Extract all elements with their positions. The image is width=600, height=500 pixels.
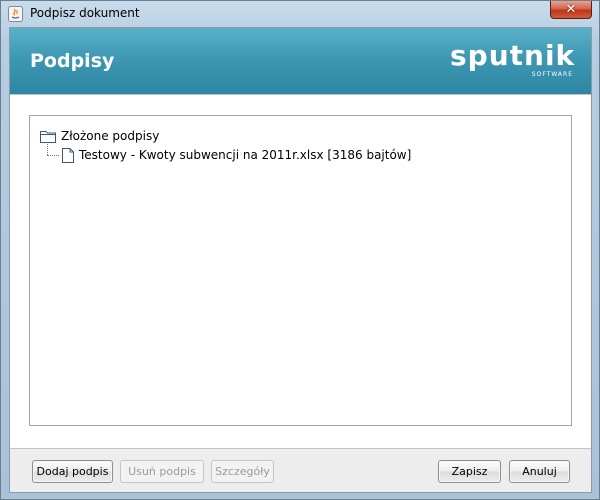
title-bar[interactable]: Podpisz dokument ✕	[1, 1, 599, 27]
details-button[interactable]: Szczegóły	[211, 460, 274, 483]
tree-connector	[47, 144, 48, 155]
tree-node-root[interactable]: Złożone podpisy	[40, 128, 159, 144]
cancel-button[interactable]: Anuluj	[509, 460, 570, 483]
java-app-icon	[8, 6, 23, 22]
footer-divider	[10, 448, 591, 449]
sputnik-logo: sputnik SOFTWARE	[450, 39, 576, 79]
document-icon	[62, 147, 74, 163]
logo-text: sputnik	[450, 39, 576, 72]
header-banner: Podpisy sputnik SOFTWARE	[10, 28, 591, 94]
close-icon: ✕	[565, 2, 577, 17]
logo-subtext: SOFTWARE	[531, 71, 573, 78]
remove-signature-button[interactable]: Usuń podpis	[120, 460, 204, 483]
save-button[interactable]: Zapisz	[438, 460, 501, 483]
tree-root-label: Złożone podpisy	[61, 129, 160, 143]
tree-connector	[47, 155, 59, 156]
dialog-body: Podpisy sputnik SOFTWARE Złożone podpisy	[9, 27, 592, 493]
window-title: Podpisz dokument	[30, 6, 140, 20]
dialog-window: Podpisz dokument ✕ Podpisy sputnik SOFTW…	[0, 0, 600, 500]
tree-file-label: Testowy - Kwoty subwencji na 2011r.xlsx …	[79, 148, 412, 162]
signatures-tree[interactable]: Złożone podpisy Testowy - Kwoty subwencj…	[29, 115, 572, 426]
page-title: Podpisy	[30, 50, 115, 72]
tree-node-file[interactable]: Testowy - Kwoty subwencji na 2011r.xlsx …	[62, 147, 411, 163]
folder-open-icon	[40, 130, 56, 143]
content-area: Złożone podpisy Testowy - Kwoty subwencj…	[10, 95, 591, 448]
add-signature-button[interactable]: Dodaj podpis	[32, 460, 113, 483]
close-button[interactable]: ✕	[550, 1, 592, 19]
